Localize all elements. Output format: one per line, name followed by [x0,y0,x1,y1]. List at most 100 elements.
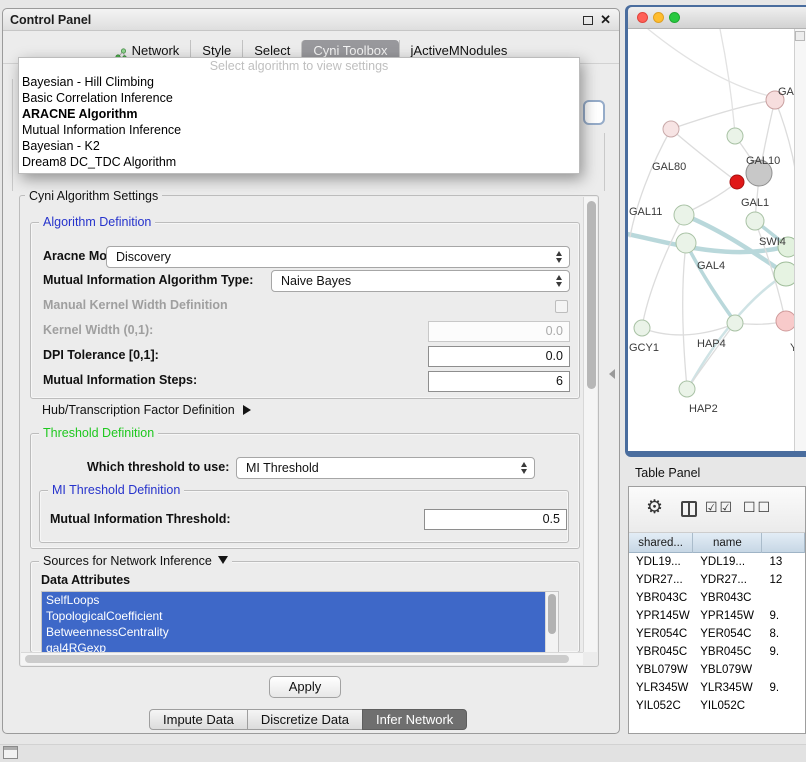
sources-title[interactable]: Sources for Network Inference [39,554,232,568]
algorithm-option-bayesian-hill-climbing[interactable]: Bayesian - Hill Climbing [19,74,579,90]
network-node[interactable] [676,233,696,253]
attribute-item-betweennesscentrality[interactable]: BetweennessCentrality [42,624,545,640]
zoom-traffic-light[interactable] [669,12,680,23]
columns-icon[interactable] [681,501,697,517]
close-icon[interactable]: ✕ [600,12,611,27]
table-row[interactable]: YDL19...YDL19...13 [629,553,805,571]
settings-vertical-scrollbar[interactable] [583,197,597,652]
table-toolbar: ⚙ ☑☑ ☐☐ [629,487,805,533]
data-attributes-list[interactable]: SelfLoopsTopologicalCoefficientBetweenne… [41,591,559,654]
mi-steps-field[interactable]: 6 [428,371,570,392]
which-threshold-select[interactable]: MI Threshold [236,457,535,479]
close-traffic-light[interactable] [637,12,648,23]
algorithm-option-dream8-dc-tdc-algorithm[interactable]: Dream8 DC_TDC Algorithm [19,154,579,170]
algorithm-combo-partial[interactable] [583,100,605,125]
table-cell: YIL052C [629,697,693,715]
table-cell: YBR043C [693,589,762,607]
manual-kernel-width-checkbox[interactable] [555,300,568,313]
network-edge[interactable] [642,324,734,335]
hub-definition-toggle[interactable]: Hub/Transcription Factor Definition [42,403,251,417]
network-node[interactable] [730,175,744,189]
node-label: GAL1 [741,197,769,209]
network-edge[interactable] [683,244,687,388]
dpi-tolerance-field[interactable]: 0.0 [428,346,570,367]
algorithm-option-basic-correlation-inference[interactable]: Basic Correlation Inference [19,90,579,106]
algorithm-option-bayesian-k2[interactable]: Bayesian - K2 [19,138,579,154]
gear-icon[interactable]: ⚙ [646,496,663,520]
network-edge[interactable] [688,323,735,388]
network-canvas[interactable]: GALGAL80GAL10GAL11GAL1SWI4GAL4GCY1HAP4HA… [628,29,806,451]
table-panel-title: Table Panel [635,466,700,480]
mi-threshold-field[interactable]: 0.5 [424,509,567,530]
float-window-icon[interactable] [583,16,593,25]
algorithm-option-mutual-information-inference[interactable]: Mutual Information Inference [19,122,579,138]
data-attributes-label: Data Attributes [41,573,130,587]
sources-group: Sources for Network Inference Data Attri… [30,561,580,653]
hub-definition-label: Hub/Transcription Factor Definition [42,403,235,417]
network-node[interactable] [679,381,695,397]
network-scrollbar-button[interactable] [795,31,805,41]
network-edge[interactable] [630,129,671,237]
table-row[interactable]: YBR043CYBR043C [629,589,805,607]
minimized-panel-icon[interactable] [3,746,18,759]
network-node[interactable] [746,212,764,230]
column-header-col2[interactable] [762,533,805,553]
network-node[interactable] [727,315,743,331]
table-row[interactable]: YIL052CYIL052C [629,697,805,715]
table-row[interactable]: YBR045CYBR045C9. [629,643,805,661]
apply-button[interactable]: Apply [269,676,341,698]
attribute-item-selfloops[interactable]: SelfLoops [42,592,545,608]
network-node[interactable] [663,121,679,137]
network-node[interactable] [727,128,743,144]
network-edge[interactable] [686,182,737,213]
node-label: GAL10 [746,155,780,167]
table-cell: YER054C [693,625,762,643]
minimize-traffic-light[interactable] [653,12,664,23]
table-row[interactable]: YPR145WYPR145W9. [629,607,805,625]
table-row[interactable]: YLR345WYLR345W9. [629,679,805,697]
network-edge[interactable] [686,243,735,322]
bottom-tab-infer-network[interactable]: Infer Network [362,709,467,730]
table-row[interactable]: YDR27...YDR27...12 [629,571,805,589]
network-edge[interactable] [720,29,735,134]
table-row[interactable]: YER054CYER054C8. [629,625,805,643]
network-edge[interactable] [671,100,774,129]
bottom-tab-discretize-data[interactable]: Discretize Data [247,709,363,730]
table-row[interactable]: YBL079WYBL079W [629,661,805,679]
attributes-scrollbar[interactable] [545,592,558,653]
kernel-width-field[interactable]: 0.0 [428,321,570,342]
network-node[interactable] [674,205,694,225]
network-node[interactable] [634,320,650,336]
deselect-all-checkboxes-icon[interactable]: ☐☐ [743,499,772,516]
settings-horizontal-scrollbar[interactable] [21,652,583,665]
control-panel-titlebar[interactable]: Control Panel ✕ [3,9,619,31]
column-header-shared[interactable]: shared... [629,533,693,553]
table-cell: YBR045C [693,643,762,661]
table-cell [762,661,805,679]
network-graph: GALGAL80GAL10GAL11GAL1SWI4GAL4GCY1HAP4HA… [628,29,804,451]
algorithm-dropdown-items: Bayesian - Hill ClimbingBasic Correlatio… [19,74,579,170]
table-cell: YDL19... [629,553,693,571]
attributes-scrollbar-thumb[interactable] [548,594,556,634]
algorithm-dropdown: Select algorithm to view settings Bayesi… [18,57,580,174]
split-pane-handle[interactable] [609,369,615,379]
bottom-tab-impute-data[interactable]: Impute Data [149,709,248,730]
network-window-titlebar[interactable] [628,7,806,29]
network-edge[interactable] [642,215,684,327]
network-edge[interactable] [671,129,736,181]
bottom-status-strip [0,744,806,762]
select-all-checkboxes-icon[interactable]: ☑☑ [705,499,734,516]
column-header-name[interactable]: name [693,533,762,553]
network-edge[interactable] [648,29,773,97]
network-view-window: GALGAL80GAL10GAL11GAL1SWI4GAL4GCY1HAP4HA… [625,5,806,457]
attribute-item-topologicalcoefficient[interactable]: TopologicalCoefficient [42,608,545,624]
algorithm-option-aracne-algorithm[interactable]: ARACNE Algorithm [19,106,579,122]
table-cell: YLR345W [693,679,762,697]
settings-hscrollbar-thumb[interactable] [25,655,569,663]
network-vertical-scrollbar[interactable] [794,29,806,451]
aracne-mode-select[interactable]: Discovery [106,246,570,268]
network-node[interactable] [776,311,796,331]
settings-scrollbar-thumb[interactable] [587,201,596,389]
mi-algorithm-type-select[interactable]: Naive Bayes [271,270,570,292]
table-cell [762,697,805,715]
